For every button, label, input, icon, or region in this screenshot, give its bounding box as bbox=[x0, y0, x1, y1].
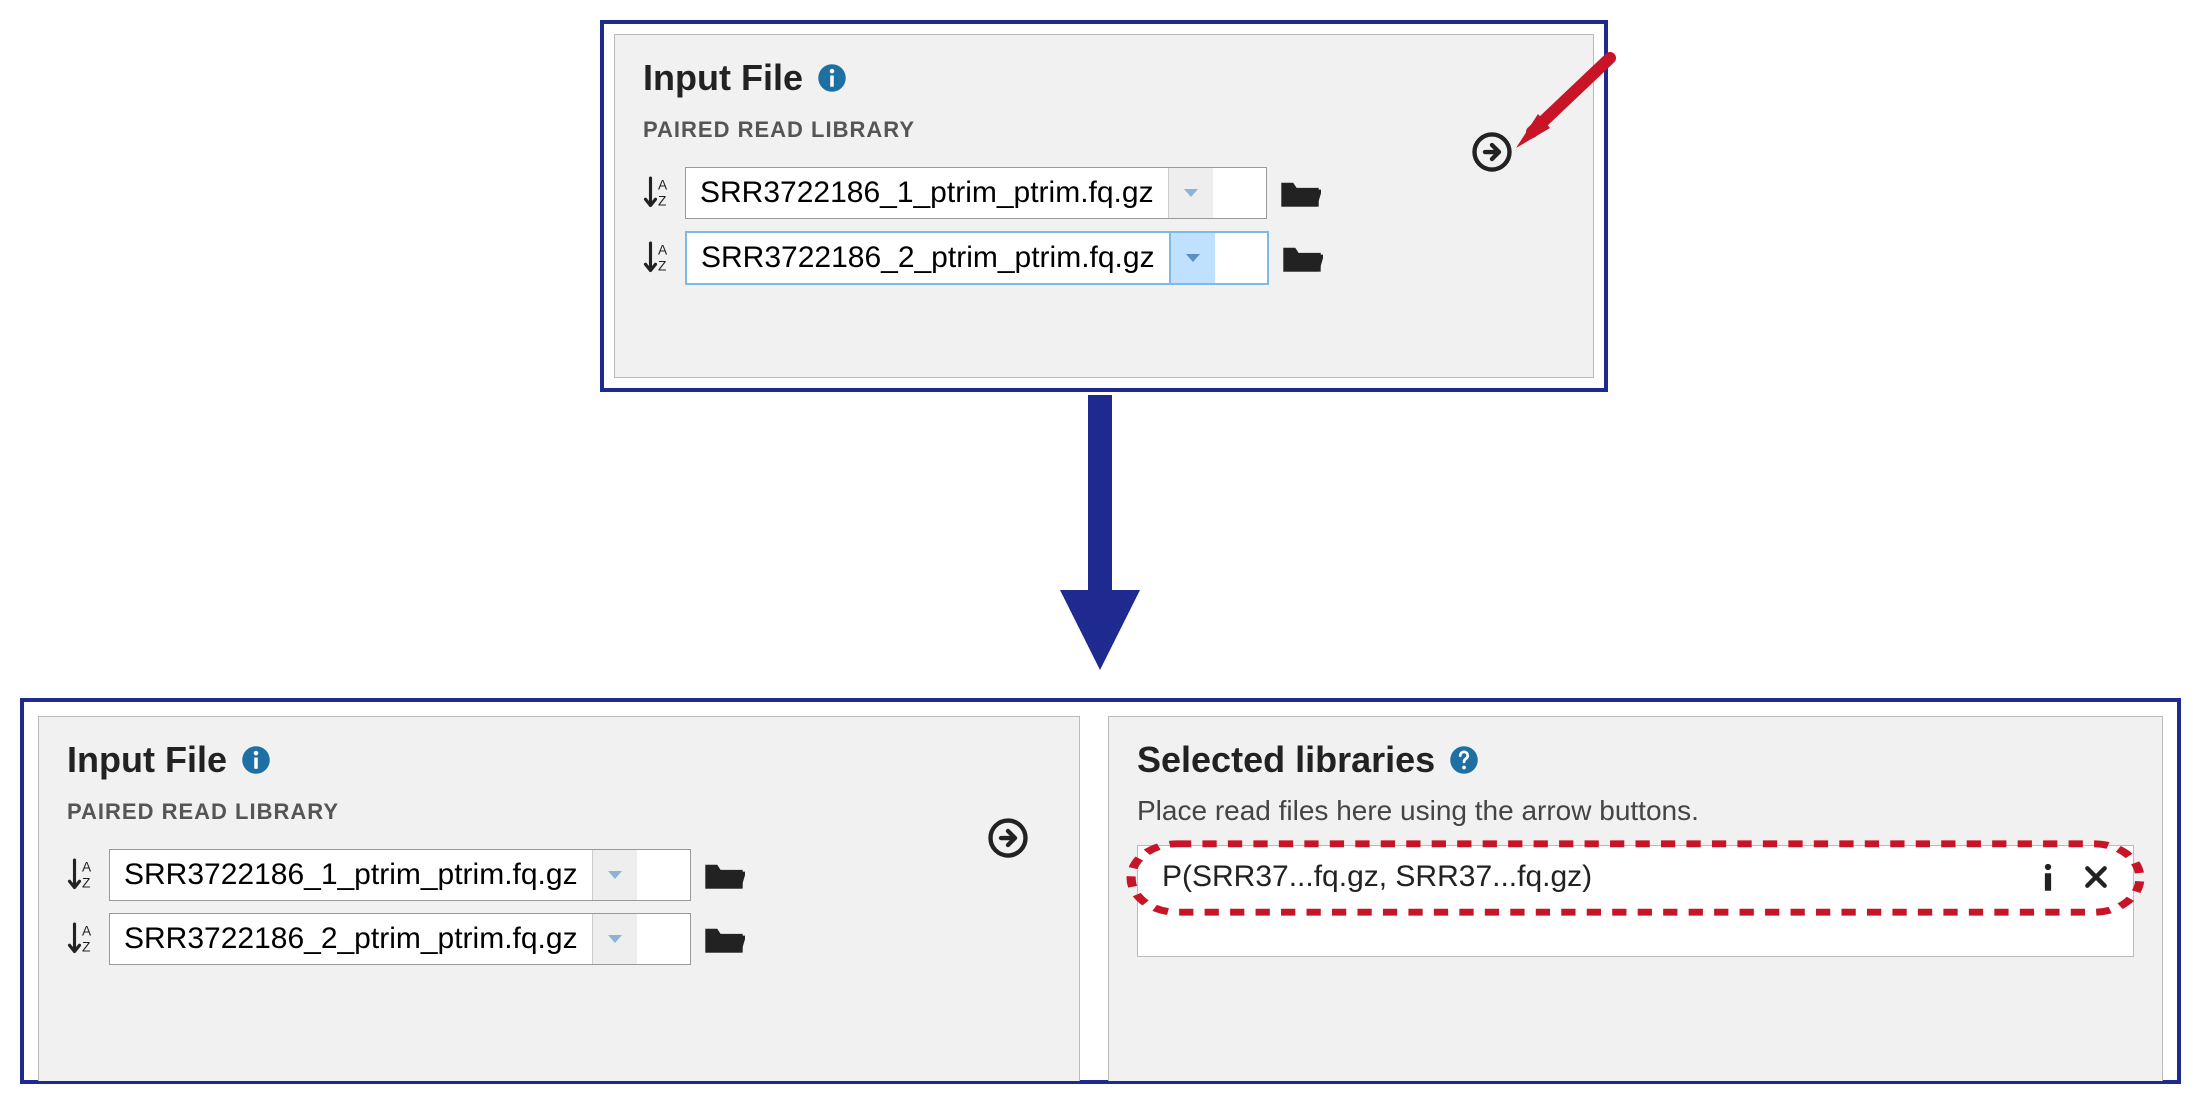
selected-libraries-list: P(SRR37...fq.gz, SRR37...fq.gz) bbox=[1137, 845, 2134, 957]
panel-top-inner: Input File PAIRED READ LIBRARY AZ SRR372… bbox=[614, 34, 1594, 378]
selected-libraries-hint: Place read files here using the arrow bu… bbox=[1109, 789, 2162, 845]
sort-az-icon[interactable]: AZ bbox=[67, 855, 97, 895]
folder-open-icon[interactable] bbox=[703, 858, 745, 892]
folder-open-icon[interactable] bbox=[1279, 176, 1321, 210]
info-icon[interactable] bbox=[817, 63, 847, 93]
paired-read-library-label: PAIRED READ LIBRARY bbox=[615, 107, 1593, 161]
add-library-arrow-button[interactable] bbox=[987, 817, 1029, 859]
read-file-row-1: AZ SRR3722186_1_ptrim_ptrim.fq.gz bbox=[39, 843, 1079, 907]
sort-az-icon[interactable]: AZ bbox=[67, 919, 97, 959]
panel-bottom-left-inner: Input File PAIRED READ LIBRARY AZ SRR372… bbox=[38, 716, 1080, 1081]
svg-text:A: A bbox=[658, 177, 668, 192]
flow-down-arrow-icon bbox=[1050, 395, 1150, 675]
panel-top: Input File PAIRED READ LIBRARY AZ SRR372… bbox=[600, 20, 1608, 392]
svg-text:Z: Z bbox=[82, 940, 90, 955]
sort-az-icon[interactable]: AZ bbox=[643, 173, 673, 213]
item-info-icon[interactable] bbox=[2037, 862, 2059, 892]
dropdown-toggle-icon[interactable] bbox=[592, 850, 637, 900]
read-file-2-dropdown[interactable]: SRR3722186_2_ptrim_ptrim.fq.gz bbox=[685, 231, 1269, 285]
sort-az-icon[interactable]: AZ bbox=[643, 238, 673, 278]
selected-library-item: P(SRR37...fq.gz, SRR37...fq.gz) bbox=[1138, 846, 2133, 908]
read-file-2-value: SRR3722186_2_ptrim_ptrim.fq.gz bbox=[110, 914, 592, 964]
remove-item-icon[interactable] bbox=[2083, 864, 2109, 890]
paired-read-library-label: PAIRED READ LIBRARY bbox=[39, 789, 1079, 843]
svg-text:Z: Z bbox=[82, 876, 90, 891]
input-file-title: Input File bbox=[643, 57, 803, 99]
panel-bottom-right-inner: Selected libraries Place read files here… bbox=[1108, 716, 2163, 1081]
read-file-row-1: AZ SRR3722186_1_ptrim_ptrim.fq.gz bbox=[615, 161, 1593, 225]
panel-bottom: Input File PAIRED READ LIBRARY AZ SRR372… bbox=[20, 698, 2181, 1084]
read-file-1-value: SRR3722186_1_ptrim_ptrim.fq.gz bbox=[686, 168, 1168, 218]
svg-text:A: A bbox=[82, 859, 92, 874]
read-file-1-value: SRR3722186_1_ptrim_ptrim.fq.gz bbox=[110, 850, 592, 900]
svg-text:A: A bbox=[82, 923, 92, 938]
annotation-red-arrow-icon bbox=[1498, 52, 1618, 162]
svg-text:A: A bbox=[658, 242, 668, 257]
dropdown-toggle-icon[interactable] bbox=[592, 914, 637, 964]
read-file-2-dropdown[interactable]: SRR3722186_2_ptrim_ptrim.fq.gz bbox=[109, 913, 691, 965]
read-file-2-value: SRR3722186_2_ptrim_ptrim.fq.gz bbox=[687, 233, 1169, 283]
read-file-row-2: AZ SRR3722186_2_ptrim_ptrim.fq.gz bbox=[615, 225, 1593, 291]
read-file-1-dropdown[interactable]: SRR3722186_1_ptrim_ptrim.fq.gz bbox=[109, 849, 691, 901]
svg-text:Z: Z bbox=[658, 259, 666, 274]
folder-open-icon[interactable] bbox=[703, 922, 745, 956]
dropdown-toggle-icon[interactable] bbox=[1168, 168, 1213, 218]
folder-open-icon[interactable] bbox=[1281, 241, 1323, 275]
read-file-1-dropdown[interactable]: SRR3722186_1_ptrim_ptrim.fq.gz bbox=[685, 167, 1267, 219]
selected-libraries-title: Selected libraries bbox=[1137, 739, 1435, 781]
input-file-title: Input File bbox=[67, 739, 227, 781]
selected-library-item-label: P(SRR37...fq.gz, SRR37...fq.gz) bbox=[1162, 860, 1592, 894]
svg-text:Z: Z bbox=[658, 194, 666, 209]
info-icon[interactable] bbox=[241, 745, 271, 775]
dropdown-toggle-icon[interactable] bbox=[1169, 233, 1215, 283]
read-file-row-2: AZ SRR3722186_2_ptrim_ptrim.fq.gz bbox=[39, 907, 1079, 971]
help-icon[interactable] bbox=[1449, 745, 1479, 775]
